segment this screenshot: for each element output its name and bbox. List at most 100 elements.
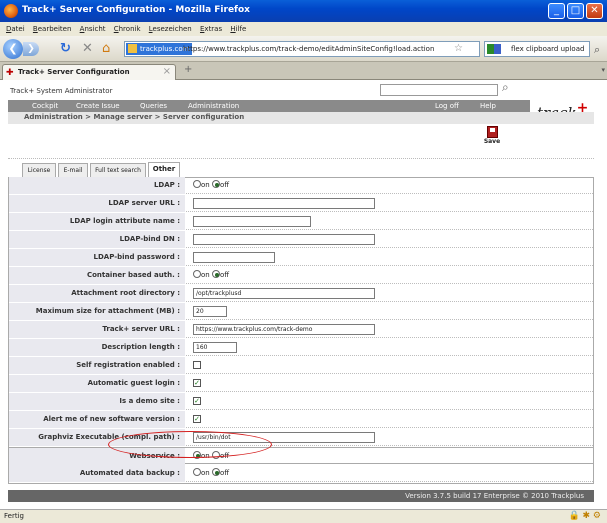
nav-queries[interactable]: Queries	[140, 100, 167, 112]
menu-extras[interactable]: Extras	[200, 22, 222, 36]
checkbox[interactable]	[193, 361, 201, 369]
window-titlebar: Track+ Server Configuration - Mozilla Fi…	[0, 0, 607, 22]
form-row: Automatic guest login : ✓	[9, 375, 593, 392]
search-icon[interactable]: ⌕	[594, 43, 600, 57]
checkbox[interactable]: ✓	[193, 379, 201, 387]
nav-cockpit[interactable]: Cockpit	[32, 100, 58, 112]
form-row: LDAP server URL :	[9, 195, 593, 212]
radio-on-label: on	[201, 271, 210, 279]
form-row-label: Alert me of new software version :	[9, 411, 185, 428]
radio-on-label: on	[201, 181, 210, 189]
close-tab-icon[interactable]: ×	[163, 66, 171, 77]
form-row: Container based auth. : on off	[9, 267, 593, 284]
tab-list-arrow-icon[interactable]: ▾	[601, 66, 605, 74]
current-user: Track+ System Administrator	[10, 87, 113, 95]
browser-tab[interactable]: ✚ Track+ Server Configuration ×	[2, 64, 176, 80]
text-input[interactable]: https://www.trackplus.com/track-demo	[193, 324, 375, 335]
radio-on-label: on	[201, 469, 210, 477]
tab-license[interactable]: License	[22, 163, 56, 177]
form-row: Automated data backup : on off	[9, 465, 593, 482]
form-row-label: LDAP-bind password :	[9, 249, 185, 266]
text-input[interactable]	[193, 252, 275, 263]
close-window-button[interactable]: ✕	[586, 3, 603, 19]
text-input[interactable]: 20	[193, 306, 227, 317]
navigation-toolbar: ❮ ❯ ↻ ✕ ⌂ trackplus.com https://www.trac…	[0, 36, 607, 62]
form-row-label: Attachment root directory :	[9, 285, 185, 302]
form-row: LDAP login attribute name :	[9, 213, 593, 230]
radio-off[interactable]	[211, 180, 220, 188]
browser-search-input[interactable]: flex clipboard upload	[484, 41, 590, 57]
form-row-label: LDAP login attribute name :	[9, 213, 185, 230]
forward-button[interactable]: ❯	[23, 42, 39, 56]
menu-datei[interactable]: Datei	[6, 22, 25, 36]
form-row: Alert me of new software version : ✓	[9, 411, 593, 428]
form-row-value: on off	[193, 267, 229, 284]
status-text: Fertig	[4, 512, 24, 520]
form-row-value: on off	[193, 465, 229, 482]
text-input[interactable]	[193, 198, 375, 209]
status-lock-icon: 🔒 ✱ ⚙	[568, 511, 601, 521]
app-search-icon[interactable]: ⌕	[502, 80, 509, 95]
search-engine-icon[interactable]	[487, 44, 501, 54]
form-row: Attachment root directory : /opt/trackplu…	[9, 285, 593, 302]
tab-email[interactable]: E-mail	[58, 163, 88, 177]
maximize-button[interactable]: □	[567, 3, 584, 19]
home-icon[interactable]: ⌂	[102, 42, 110, 56]
radio-off[interactable]	[211, 270, 220, 278]
version-footer: Version 3.7.5 build 17 Enterprise © 2010…	[8, 490, 594, 502]
form-row-label: Automated data backup :	[9, 465, 185, 482]
checkbox[interactable]: ✓	[193, 397, 201, 405]
form-row: LDAP-bind password :	[9, 249, 593, 266]
nav-log-off[interactable]: Log off	[435, 100, 459, 112]
text-input[interactable]: 160	[193, 342, 237, 353]
text-input[interactable]	[193, 234, 375, 245]
checkbox[interactable]: ✓	[193, 415, 201, 423]
form-row-value: on off	[193, 177, 229, 194]
form-row: Maximum size for attachment (MB) : 20	[9, 303, 593, 320]
form-row: Description length : 160	[9, 339, 593, 356]
radio-off[interactable]	[211, 468, 220, 476]
save-button[interactable]: Save	[480, 125, 504, 151]
radio-on[interactable]	[193, 180, 201, 188]
nav-administration[interactable]: Administration	[188, 100, 239, 112]
stop-icon[interactable]: ✕	[82, 42, 93, 56]
form-row: LDAP : on off	[9, 177, 593, 194]
menu-hilfe[interactable]: Hilfe	[230, 22, 246, 36]
app-nav-bar: Cockpit Create Issue Queries Administrat…	[8, 100, 530, 112]
menu-bearbeiten[interactable]: Bearbeiten	[33, 22, 71, 36]
text-input[interactable]	[193, 216, 311, 227]
menu-chronik[interactable]: Chronik	[114, 22, 141, 36]
menu-ansicht[interactable]: Ansicht	[80, 22, 106, 36]
reload-icon[interactable]: ↻	[60, 42, 71, 56]
nav-create-issue[interactable]: Create Issue	[76, 100, 120, 112]
form-row-label: Is a demo site :	[9, 393, 185, 410]
form-row-label: Self registration enabled :	[9, 357, 185, 374]
menubar: Datei Bearbeiten Ansicht Chronik Lesezei…	[0, 22, 607, 36]
url-text: https://www.trackplus.com/track-demo/edi…	[183, 45, 435, 53]
app-search-input[interactable]	[380, 84, 498, 96]
url-bar[interactable]: trackplus.com https://www.trackplus.com/…	[124, 41, 480, 57]
new-tab-button[interactable]: +	[184, 64, 192, 75]
browser-tab-label: Track+ Server Configuration	[18, 68, 130, 76]
minimize-button[interactable]: _	[548, 3, 565, 19]
divider	[8, 158, 594, 159]
form-row-label: Description length :	[9, 339, 185, 356]
tab-full-text-search[interactable]: Full text search	[90, 163, 146, 177]
radio-on[interactable]	[193, 270, 201, 278]
tab-other[interactable]: Other	[148, 162, 180, 177]
page-content: Track+ System Administrator ⌕ Cockpit Cr…	[0, 80, 607, 509]
bookmark-star-icon[interactable]: ☆	[454, 42, 463, 56]
menu-lesezeichen[interactable]: Lesezeichen	[149, 22, 192, 36]
form-row-label: Container based auth. :	[9, 267, 185, 284]
webservice-highlight-ellipse	[108, 431, 272, 458]
radio-off-label: off	[219, 469, 230, 477]
browser-search-text: flex clipboard upload	[511, 45, 585, 53]
radio-off-label: off	[219, 271, 230, 279]
form-row: Is a demo site : ✓	[9, 393, 593, 410]
back-button[interactable]: ❮	[3, 39, 23, 59]
radio-on[interactable]	[193, 468, 201, 476]
form-row-label: Track+ server URL :	[9, 321, 185, 338]
nav-help[interactable]: Help	[480, 100, 496, 112]
form-row: Self registration enabled :	[9, 357, 593, 374]
text-input[interactable]: /opt/trackplusd	[193, 288, 375, 299]
